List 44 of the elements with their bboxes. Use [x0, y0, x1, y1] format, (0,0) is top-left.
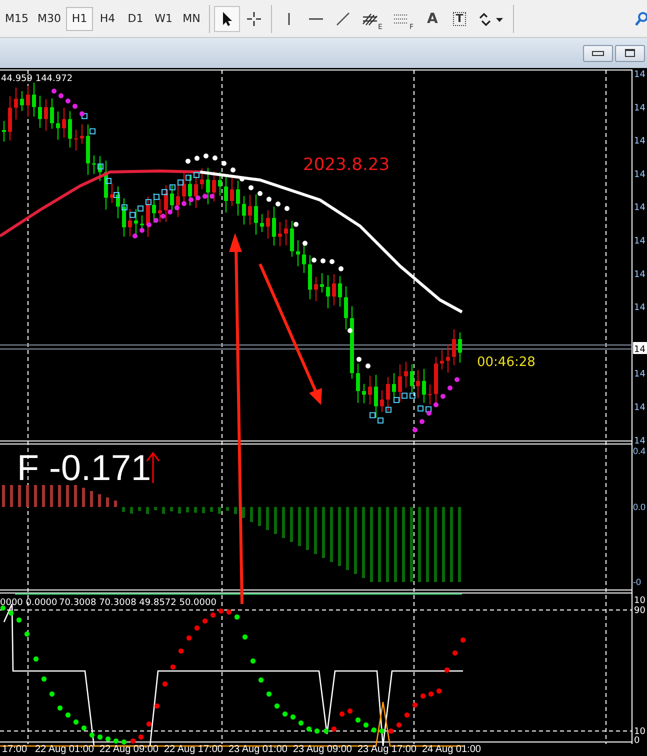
- timeframe-button[interactable]: M30: [34, 6, 65, 30]
- price-axis-label: 14: [634, 370, 646, 380]
- current-price-label: 14: [633, 342, 647, 355]
- time-axis-label: 22 Aug 01:00: [35, 744, 94, 755]
- indicator-value-label: F -0.171: [17, 447, 152, 488]
- time-axis-label: 23 Aug 17:00: [358, 744, 416, 755]
- price-axis-label: 14: [634, 436, 646, 446]
- timeframe-button[interactable]: M15: [1, 6, 32, 30]
- levels-tool-button[interactable]: F: [388, 6, 418, 32]
- countdown-timer: 00:46:28: [477, 355, 536, 370]
- oscillator-values-label: 70.3008 70.3008 49.8572 50.0000: [59, 598, 216, 608]
- price-axis-label: 14: [634, 136, 646, 147]
- time-axis-label: 24 Aug 01:00: [422, 744, 481, 755]
- oscillator-values-label: 0000 0.0000: [0, 598, 58, 608]
- indicator-axis-label: 0.0: [633, 502, 646, 512]
- indicator-axis-label: 0.4: [633, 446, 646, 456]
- time-axis-label: 17:00: [2, 744, 28, 755]
- oscillator-axis-label: 10: [634, 727, 646, 737]
- time-axis-label: 22 Aug 17:00: [164, 744, 223, 755]
- price-axis-label: 14: [634, 236, 646, 246]
- price-axis-label: 14: [634, 170, 646, 180]
- time-axis-label: 23 Aug 01:00: [228, 744, 288, 755]
- ohlc-label: 44.959 144.972: [1, 74, 73, 84]
- price-axis-label: 14: [634, 103, 646, 114]
- timeframe-button[interactable]: H1: [66, 6, 93, 30]
- time-axis-label: 23 Aug 09:00: [293, 744, 352, 755]
- price-axis-label: 14: [634, 70, 646, 80]
- oscillator-axis-label: 90: [634, 606, 646, 616]
- indicator-axis-label: -0: [633, 577, 642, 587]
- date-annotation: 2023.8.23: [303, 155, 390, 175]
- price-axis-label: 14: [634, 203, 646, 214]
- text-tool-button[interactable]: A: [419, 6, 446, 32]
- channel-tool-button[interactable]: E: [357, 6, 388, 32]
- oscillator-axis-label: 10: [634, 596, 646, 606]
- text-label-tool-button[interactable]: T: [446, 6, 472, 32]
- timeframe-button[interactable]: D1: [122, 6, 149, 30]
- price-axis-label: 14: [634, 270, 646, 280]
- price-axis-label: 14: [634, 403, 646, 413]
- timeframe-button[interactable]: W1: [150, 6, 177, 30]
- time-axis-label: 22 Aug 09:00: [100, 744, 158, 755]
- timeframe-button[interactable]: H4: [94, 6, 121, 30]
- timeframe-button[interactable]: MN: [178, 6, 205, 30]
- oscillator-axis-label: 0: [634, 736, 640, 746]
- price-axis-label: 14: [634, 303, 646, 314]
